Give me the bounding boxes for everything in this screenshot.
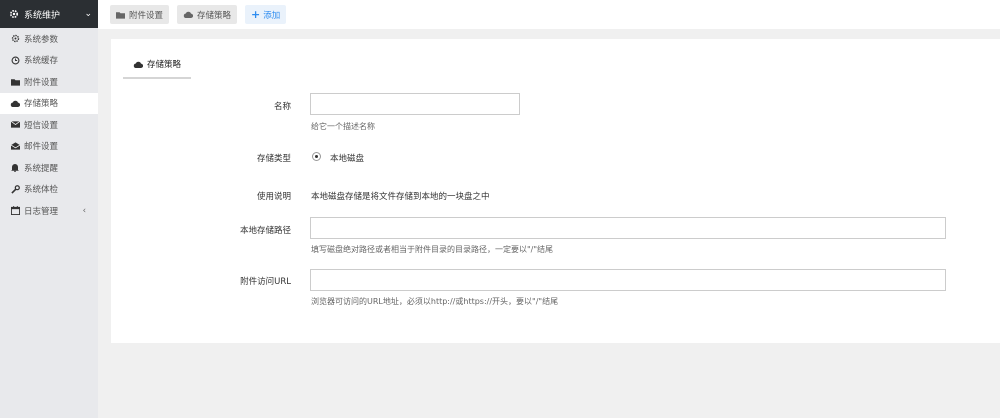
sidebar-item-mail-settings[interactable]: 邮件设置 [0,136,98,158]
local-path-input[interactable] [310,217,946,239]
sidebar-item-label: 系统缓存 [24,56,59,67]
sidebar-item-label: 系统体检 [24,185,59,196]
attachment-url-label: 附件访问URL [240,277,291,287]
tab-label: 附件设置 [129,10,164,21]
name-label: 名称 [273,102,291,112]
sidebar-item-sms-settings[interactable]: 短信设置 [0,114,98,136]
sidebar-item-label: 系统参数 [24,34,59,45]
envelope-icon [9,121,21,128]
sidebar-header-label: 系统维护 [24,10,61,21]
form-card: 存储策略 名称 给它一个描述名称 存储类型 本地磁盘 使用说明 本地磁盘存储是将… [111,39,1000,343]
sidebar-item-label: 短信设置 [24,120,59,131]
tab-label: 存储策略 [197,10,232,21]
cloud-icon [183,11,194,18]
sidebar-item-system-reminder[interactable]: 系统提醒 [0,157,98,179]
sidebar-item-storage-policy[interactable]: 存储策略 [0,92,98,114]
sidebar-item-system-checkup[interactable]: 系统体检 [0,179,98,201]
clock-icon [9,56,21,65]
sidebar: 系统维护 ⌄ 系统参数 系统缓存 附件设置 存储策略 短信设置 邮件设置 系统提… [0,0,98,418]
name-help: 给它一个描述名称 [311,122,375,131]
chevron-left-icon: ‹ [82,205,86,216]
cog-icon [9,34,21,43]
sidebar-item-attachment-settings[interactable]: 附件设置 [0,71,98,93]
add-button-label: 添加 [263,10,281,21]
cloud-icon [133,61,143,68]
storage-type-label: 存储类型 [256,154,291,164]
folder-icon [9,78,21,86]
tab-attachment-settings[interactable]: 附件设置 [110,5,170,24]
sidebar-item-system-cache[interactable]: 系统缓存 [0,50,98,72]
card-tab-label: 存储策略 [147,60,182,70]
sidebar-item-label: 日志管理 [24,206,59,217]
calendar-icon [9,206,21,216]
sidebar-item-system-params[interactable]: 系统参数 [0,28,98,50]
top-tab-bar: 附件设置 存储策略 + 添加 [98,0,1000,29]
sidebar-item-label: 存储策略 [24,99,59,110]
gear-icon [8,9,20,19]
local-disk-option-label[interactable]: 本地磁盘 [330,152,364,164]
sidebar-item-label: 系统提醒 [24,163,59,174]
chevron-down-icon: ⌄ [84,9,92,19]
attachment-url-input[interactable] [310,269,946,291]
local-path-label: 本地存储路径 [239,226,291,236]
sidebar-item-label: 附件设置 [24,77,59,88]
tab-storage-policy-form[interactable]: 存储策略 [123,51,191,79]
folder-icon [116,11,125,19]
local-disk-radio[interactable] [312,152,321,161]
usage-label: 使用说明 [256,192,291,202]
sidebar-item-log-management[interactable]: 日志管理 ‹ [0,200,98,222]
wrench-icon [9,184,21,194]
usage-text: 本地磁盘存储是将文件存储到本地的一块盘之中 [311,192,490,202]
bell-icon [9,163,21,173]
plus-icon: + [251,8,261,21]
cloud-icon [9,100,21,107]
tab-storage-policy[interactable]: 存储策略 [177,5,238,24]
attachment-url-help: 浏览器可访问的URL地址，必须以http://或https://开头，要以"/"… [311,297,559,306]
sidebar-header-system-maintenance[interactable]: 系统维护 ⌄ [0,0,98,28]
sidebar-item-label: 邮件设置 [24,142,59,153]
envelope-open-icon [9,142,21,150]
add-button[interactable]: + 添加 [245,5,287,24]
name-input[interactable] [310,93,520,115]
local-path-help: 填写磁盘绝对路径或者相当于附件目录的目录路径，一定要以"/"结尾 [311,245,554,254]
